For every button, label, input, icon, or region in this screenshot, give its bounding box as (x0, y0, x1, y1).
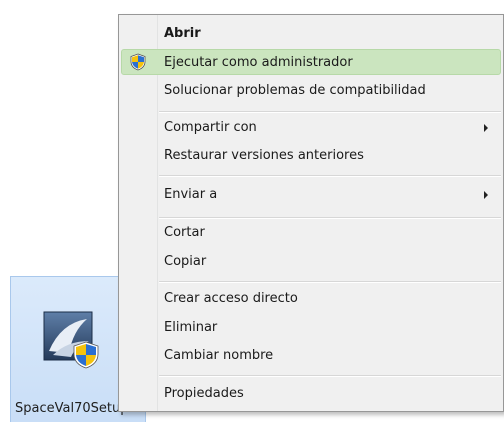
menu-separator (159, 175, 501, 177)
submenu-arrow-icon (484, 124, 488, 132)
submenu-arrow-icon (484, 191, 488, 199)
menu-separator (159, 111, 501, 113)
menu-item-label: Propiedades (164, 386, 244, 401)
menu-item-compartir-con[interactable]: Compartir con (121, 114, 501, 140)
menu-item-restaurar-versiones[interactable]: Restaurar versiones anteriores (121, 142, 501, 168)
menu-item-label: Restaurar versiones anteriores (164, 148, 364, 163)
menu-item-label: Crear acceso directo (164, 291, 298, 306)
menu-item-label: Eliminar (164, 320, 218, 335)
file-name-label: SpaceVal70Setup (15, 401, 129, 416)
desktop: SpaceVal70Setup Abrir Ejecutar como admi… (0, 0, 504, 422)
menu-item-copiar[interactable]: Copiar (121, 248, 501, 274)
menu-item-eliminar[interactable]: Eliminar (121, 314, 501, 340)
menu-item-cambiar-nombre[interactable]: Cambiar nombre (121, 342, 501, 368)
menu-item-label: Copiar (164, 254, 207, 269)
menu-item-ejecutar-como-administrador[interactable]: Ejecutar como administrador (121, 49, 501, 75)
menu-item-label: Compartir con (164, 120, 257, 135)
menu-separator (159, 375, 501, 377)
menu-item-solucionar-problemas[interactable]: Solucionar problemas de compatibilidad (121, 77, 501, 103)
menu-item-enviar-a[interactable]: Enviar a (121, 181, 501, 207)
menu-item-label: Ejecutar como administrador (164, 55, 353, 70)
menu-item-label: Abrir (164, 26, 201, 41)
menu-item-label: Enviar a (164, 187, 218, 202)
menu-item-abrir[interactable]: Abrir (121, 20, 501, 46)
menu-item-label: Solucionar problemas de compatibilidad (164, 83, 426, 98)
menu-item-label: Cortar (164, 225, 205, 240)
menu-item-label: Cambiar nombre (164, 348, 274, 363)
context-menu: Abrir Ejecutar como administrador Soluci… (118, 14, 504, 412)
uac-shield-icon (130, 53, 146, 71)
menu-item-cortar[interactable]: Cortar (121, 219, 501, 245)
menu-separator (159, 281, 501, 283)
installer-shield-icon (43, 311, 99, 369)
menu-item-propiedades[interactable]: Propiedades (121, 380, 501, 406)
menu-item-crear-acceso-directo[interactable]: Crear acceso directo (121, 285, 501, 311)
